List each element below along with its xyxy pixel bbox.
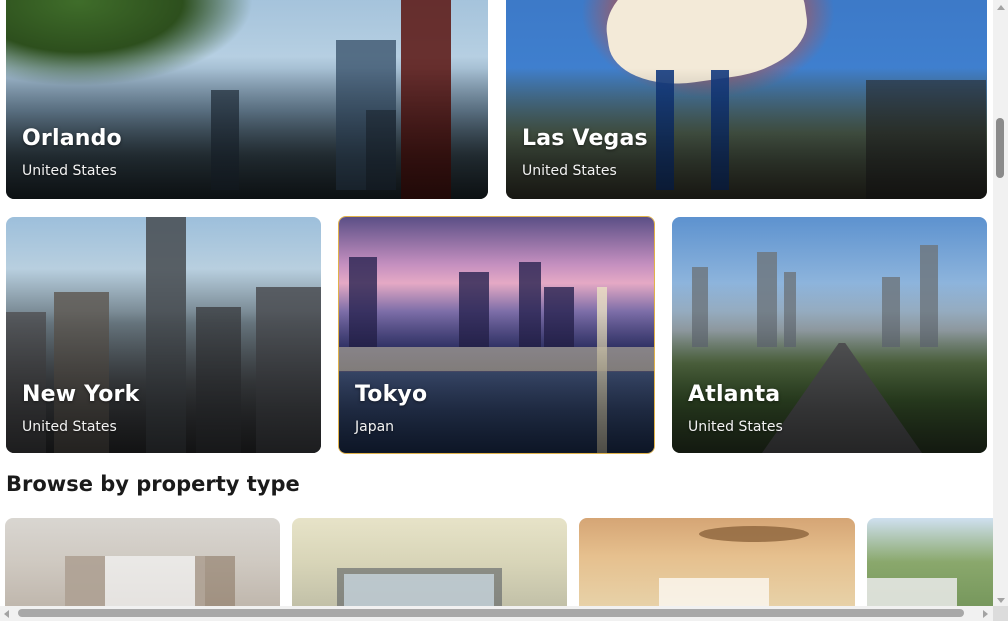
- destination-city: Orlando: [22, 126, 122, 151]
- destination-country: United States: [22, 163, 117, 179]
- destination-card-atlanta[interactable]: Atlanta United States: [672, 217, 987, 453]
- vertical-scrollbar[interactable]: [993, 0, 1008, 606]
- scrollbar-corner: [993, 606, 1008, 621]
- apartment-photo: [292, 518, 567, 606]
- property-type-card[interactable]: [5, 518, 280, 606]
- scroll-left-arrow-icon[interactable]: [4, 610, 9, 618]
- destination-card-new-york[interactable]: New York United States: [6, 217, 321, 453]
- cabin-photo: [867, 518, 993, 606]
- section-title: Browse by property type: [6, 472, 300, 496]
- destination-card-las-vegas[interactable]: Las Vegas United States: [506, 0, 987, 199]
- vertical-scrollbar-thumb[interactable]: [996, 118, 1004, 178]
- horizontal-scrollbar-thumb[interactable]: [18, 609, 964, 617]
- destination-city: Las Vegas: [522, 126, 648, 151]
- destination-country: United States: [22, 419, 117, 435]
- property-type-card[interactable]: [579, 518, 855, 606]
- destination-city: New York: [22, 382, 140, 407]
- page-viewport: Orlando United States Las Vegas United S…: [0, 0, 993, 606]
- horizontal-scrollbar[interactable]: [0, 606, 993, 621]
- destination-card-orlando[interactable]: Orlando United States: [6, 0, 488, 199]
- property-type-card[interactable]: [292, 518, 567, 606]
- property-type-card[interactable]: [867, 518, 993, 606]
- destination-card-tokyo[interactable]: Tokyo Japan: [338, 216, 655, 454]
- scroll-right-arrow-icon[interactable]: [983, 610, 988, 618]
- destination-city: Atlanta: [688, 382, 781, 407]
- destination-country: United States: [688, 419, 783, 435]
- room-photo: [5, 518, 280, 606]
- scroll-down-arrow-icon[interactable]: [997, 598, 1005, 603]
- villa-photo: [579, 518, 855, 606]
- scroll-up-arrow-icon[interactable]: [997, 5, 1005, 10]
- destination-country: United States: [522, 163, 617, 179]
- destination-country: Japan: [355, 419, 395, 435]
- destination-city: Tokyo: [355, 382, 428, 407]
